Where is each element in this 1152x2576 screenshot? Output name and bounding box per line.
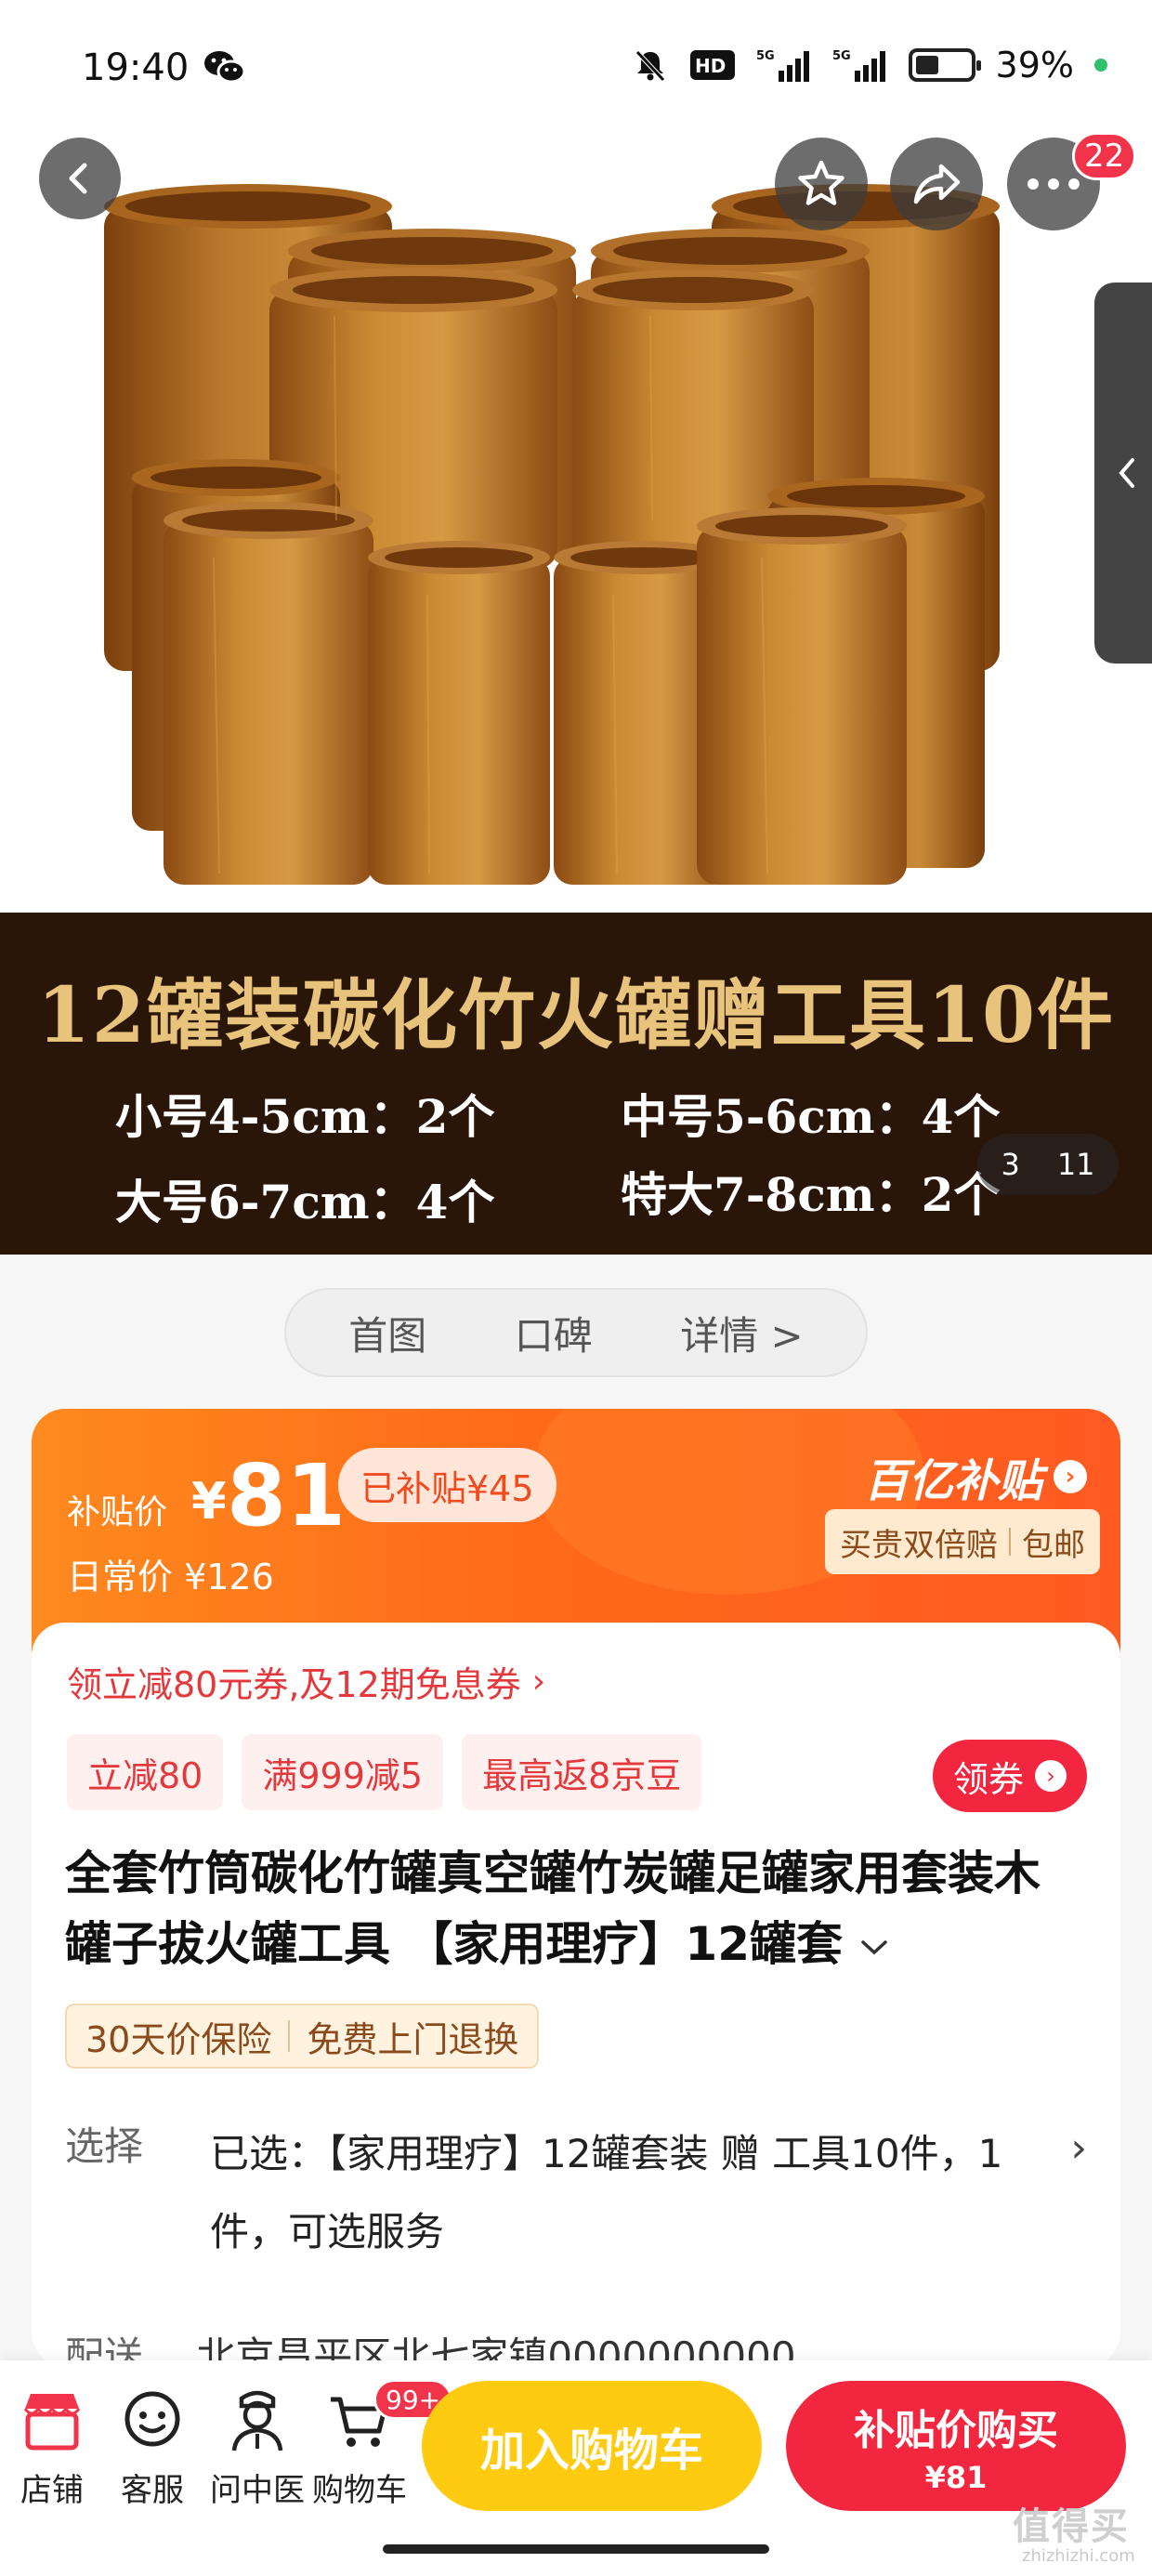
chevron-right-icon: › [1035,1760,1067,1792]
svg-text:5G: 5G [756,49,775,63]
buy-now-price: ¥81 [924,2460,988,2495]
ask-doctor-button[interactable]: 问中医 [203,2386,312,2510]
chevron-left-icon [1119,458,1134,488]
free-shipping: 包邮 [1022,1526,1085,1564]
chevron-down-icon [861,1939,888,1954]
battery-icon [908,48,981,82]
share-button[interactable] [890,138,983,230]
section-nav: 首图 口碑 详情 > [284,1288,868,1377]
divider [288,2020,291,2052]
watermark-url: zhizhizhi.com [1022,2546,1135,2566]
banner-title: 12罐装碳化竹火罐赠工具10件 [36,971,1116,1060]
coupon-offer-link[interactable]: 领立减80元券,及12期免息券 › [67,1656,545,1707]
ask-doctor-label: 问中医 [210,2472,305,2509]
divider [1009,1528,1011,1556]
daily-price: 日常价 ¥126 [67,1557,274,1597]
promo-chip[interactable]: 立减80 [67,1734,224,1810]
mute-icon [635,50,665,82]
star-icon [798,160,844,205]
chevron-right-icon: › [531,1663,546,1701]
subsidy-benefits: 买贵双倍赔 包邮 [825,1509,1100,1574]
coupon-offer-text: 领立减80元券,及12期免息券 [67,1664,521,1705]
chevron-left-icon [69,163,87,194]
product-title-text: 全套竹筒碳化竹罐真空罐竹炭罐足罐家用套装木罐子拔火罐工具 【家用理疗】12罐套 [65,1847,1041,1971]
product-banner: 12罐装碳化竹火罐赠工具10件 小号4-5cm：2个 中号5-6cm：4个 大号… [0,913,1152,1255]
service-guarantees[interactable]: 30天价保险 免费上门退换 [65,2004,540,2069]
chat-smile-icon [124,2391,180,2447]
price-currency: ¥ [191,1472,227,1531]
battery-level: 39% [995,45,1074,85]
promo-chip[interactable]: 最高返8京豆 [462,1734,702,1810]
privacy-dot-icon [1094,59,1107,72]
price-label: 补贴价 [67,1493,168,1531]
tab-main-image[interactable]: 首图 [348,1305,426,1361]
status-bar: 19:40 HD 5G 5G 39% [0,0,1152,139]
add-to-cart-button[interactable]: 加入购物车 [422,2381,762,2511]
status-right: HD 5G 5G 39% [632,45,1107,85]
spec-small: 小号4-5cm：2个 [115,1089,495,1144]
share-icon [913,164,961,204]
cart-label: 购物车 [312,2472,407,2509]
svg-text:5G: 5G [832,49,851,63]
subsidy-tag: 已补贴¥45 [338,1448,556,1522]
spec-large: 大号6-7cm：4个 [115,1175,495,1229]
price-protection: 30天价保险 [85,2018,272,2060]
store-button[interactable]: 店铺 [4,2386,100,2510]
subsidy-brand-link[interactable]: 百亿补贴 › [864,1444,1087,1509]
price-amount: 81 [227,1446,347,1545]
doctor-icon [231,2390,283,2451]
selection-label: 选择 [65,2123,144,2169]
status-time: 19:40 [82,46,190,89]
double-compensation: 买贵双倍赔 [840,1526,998,1564]
favorite-button[interactable] [775,138,868,230]
subsidy-brand: 百亿补贴 [863,1455,1042,1507]
chevron-right-icon: › [1054,1460,1087,1493]
tab-reviews[interactable]: 口碑 [515,1305,593,1361]
watermark: 值得买 [1013,2505,1130,2548]
cart-button[interactable]: 99+ 购物车 [305,2379,453,2510]
hd-icon: HD [689,50,735,80]
tab-details[interactable]: 详情 > [680,1305,804,1361]
free-return: 免费上门退换 [307,2018,519,2060]
customer-service-label: 客服 [121,2472,184,2509]
product-title[interactable]: 全套竹筒碳化竹罐真空罐竹炭罐足罐家用套装木罐子拔火罐工具 【家用理疗】12罐套 [65,1838,1078,1979]
home-indicator[interactable] [383,2544,769,2554]
5g-signal-icon: 5G [756,49,809,82]
product-page: 12罐装碳化竹火罐赠工具10件 小号4-5cm：2个 中号5-6cm：4个 大号… [0,0,1152,2576]
image-total: 11 [1056,1147,1095,1182]
selection-value: 已选：【家用理疗】12罐套装 赠 工具10件，1件，可选服务 [210,2131,1003,2254]
customer-service-button[interactable]: 客服 [104,2386,201,2510]
more-dots-icon [1028,178,1080,190]
image-index: 3 [1001,1147,1020,1182]
store-label: 店铺 [20,2472,84,2509]
promo-chip[interactable]: 满999减5 [242,1734,444,1810]
buy-now-button[interactable]: 补贴价购买 ¥81 [786,2381,1126,2511]
get-coupon-label: 领券 [952,1758,1024,1800]
promo-chips: 立减80 满999减5 最高返8京豆 [67,1734,702,1810]
5g-signal-icon: 5G [832,49,885,82]
chevron-right-icon: › [1070,2124,1087,2172]
spec-xlarge: 特大7-8cm：2个 [621,1167,1001,1222]
back-button[interactable] [39,138,121,219]
product-info-card: 领立减80元券,及12期免息券 › 立减80 满999减5 最高返8京豆 领券 … [32,1623,1120,2366]
wechat-icon [204,51,245,84]
buy-now-label: 补贴价购买 [854,2407,1058,2454]
image-counter: 3 11 [977,1134,1119,1195]
spec-medium: 中号5-6cm：4个 [621,1089,1001,1144]
store-icon [23,2394,81,2451]
svg-text:HD: HD [695,55,726,77]
get-coupon-button[interactable]: 领券 › [932,1740,1087,1812]
side-drawer-handle[interactable] [1094,283,1152,664]
